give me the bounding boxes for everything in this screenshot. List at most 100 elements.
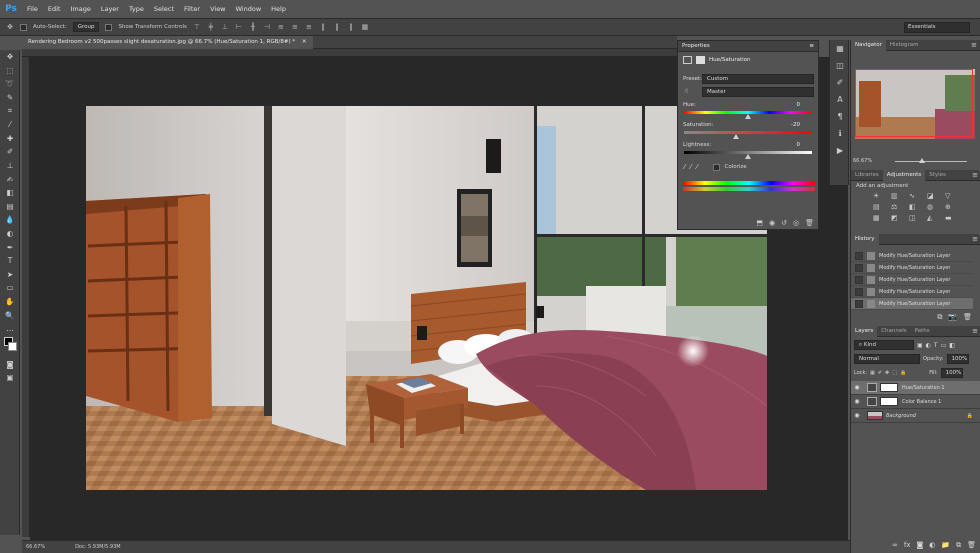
navigator-zoom[interactable]: 66.67% — [853, 158, 872, 164]
document-size-info[interactable]: Doc: 5.93M/5.93M — [75, 544, 121, 550]
levels-icon[interactable]: ▥ — [891, 192, 903, 200]
menu-help[interactable]: Help — [266, 5, 291, 13]
filter-pixel-icon[interactable]: ▣ — [917, 342, 923, 349]
channel-mixer-icon[interactable]: ⊕ — [945, 203, 957, 211]
black-white-icon[interactable]: ◧ — [909, 203, 921, 211]
eyedropper-icon[interactable]: ⁄ — [684, 163, 685, 171]
panel-menu-icon[interactable]: ≡ — [809, 43, 814, 49]
hand-tool-icon[interactable]: ✋ — [0, 295, 20, 309]
auto-select-dropdown[interactable]: Group — [72, 22, 100, 32]
path-select-tool-icon[interactable]: ➤ — [0, 268, 20, 282]
healing-brush-tool-icon[interactable]: ✚ — [0, 132, 20, 146]
workspace-dropdown[interactable]: Essentials — [904, 22, 970, 33]
tab-adjustments[interactable]: Adjustments — [882, 169, 926, 181]
layer-style-icon[interactable]: fx — [904, 541, 911, 550]
tab-layers[interactable]: Layers — [851, 325, 878, 337]
menu-view[interactable]: View — [205, 5, 230, 13]
layer-mask-thumb[interactable] — [880, 397, 898, 406]
eye-icon[interactable]: ◉ — [851, 398, 863, 405]
panel-menu-icon[interactable]: ≡ — [972, 327, 978, 335]
distribute-top-icon[interactable]: ≡ — [277, 23, 285, 31]
dodge-tool-icon[interactable]: ◐ — [0, 227, 20, 241]
navigator-preview[interactable] — [855, 69, 975, 139]
exposure-icon[interactable]: ◪ — [927, 192, 939, 200]
tab-histogram[interactable]: Histogram — [886, 40, 923, 51]
lock-transparency-icon[interactable]: ▦ — [870, 370, 875, 376]
lock-position-icon[interactable]: ✥ — [885, 370, 889, 376]
filter-shape-icon[interactable]: ▭ — [941, 342, 947, 349]
saturation-slider[interactable] — [684, 131, 812, 134]
add-mask-icon[interactable]: ◙ — [916, 541, 923, 550]
eraser-tool-icon[interactable]: ◧ — [0, 186, 20, 200]
lasso-tool-icon[interactable]: ➰ — [0, 77, 20, 91]
layer-row[interactable]: ◉ Color Balance 1 — [851, 395, 980, 409]
distribute-bottom-icon[interactable]: ≡ — [305, 23, 313, 31]
blur-tool-icon[interactable]: 💧 — [0, 213, 20, 227]
zoom-level[interactable]: 66.67% — [26, 544, 45, 550]
new-group-icon[interactable]: 📁 — [941, 541, 950, 550]
character-panel-icon[interactable]: A — [830, 91, 850, 108]
menu-file[interactable]: File — [22, 5, 43, 13]
align-bottom-icon[interactable]: ⊥ — [221, 23, 229, 31]
distribute-left-icon[interactable]: ‖ — [319, 23, 327, 31]
clone-stamp-tool-icon[interactable]: ⊥ — [0, 159, 20, 173]
tab-libraries[interactable]: Libraries — [851, 170, 883, 181]
history-panel-icon[interactable]: ▦ — [830, 40, 850, 57]
navigator-zoom-slider[interactable] — [895, 161, 967, 162]
panel-menu-icon[interactable]: ≡ — [972, 235, 978, 243]
lock-artboard-icon[interactable]: ⬚ — [892, 370, 897, 376]
screen-mode-icon[interactable]: ▣ — [0, 371, 20, 385]
panel-menu-icon[interactable]: ≡ — [972, 171, 978, 179]
distribute-vcenter-icon[interactable]: ≡ — [291, 23, 299, 31]
properties-tab[interactable]: Properties — [682, 43, 710, 49]
hue-slider-thumb[interactable] — [745, 114, 751, 119]
align-left-icon[interactable]: ⊢ — [235, 23, 243, 31]
menu-edit[interactable]: Edit — [43, 5, 66, 13]
hue-saturation-icon[interactable]: ▤ — [873, 203, 885, 211]
fill-field[interactable]: 100% — [940, 368, 963, 378]
view-previous-icon[interactable]: ◉ — [769, 219, 775, 227]
layer-filter-dropdown[interactable]: ⌕ Kind — [854, 340, 914, 350]
align-right-icon[interactable]: ⊣ — [263, 23, 271, 31]
vibrance-icon[interactable]: ▽ — [945, 192, 957, 200]
layer-name[interactable]: Color Balance 1 — [902, 399, 941, 405]
brightness-contrast-icon[interactable]: ☀ — [873, 192, 885, 200]
curves-icon[interactable]: ∿ — [909, 192, 921, 200]
eyedropper-minus-icon[interactable]: ⁄ — [696, 163, 697, 171]
colorize-checkbox[interactable] — [712, 163, 720, 171]
menu-layer[interactable]: Layer — [96, 5, 124, 13]
align-vcenter-icon[interactable]: ╪ — [207, 23, 215, 31]
document-tab[interactable]: Rendering Bedroom v2 500passes slight de… — [22, 35, 313, 49]
color-balance-icon[interactable]: ⚖ — [891, 203, 903, 211]
menu-select[interactable]: Select — [149, 5, 179, 13]
eye-icon[interactable]: ◉ — [851, 384, 863, 391]
visibility-icon[interactable]: ◎ — [793, 219, 799, 227]
tab-styles[interactable]: Styles — [925, 170, 950, 181]
photo-filter-icon[interactable]: ◍ — [927, 203, 939, 211]
hue-value[interactable]: 0 — [797, 102, 801, 108]
history-item[interactable]: Modify Hue/Saturation Layer — [851, 274, 973, 286]
paragraph-panel-icon[interactable]: ¶ — [830, 108, 850, 125]
eye-icon[interactable]: ◉ — [851, 412, 863, 419]
bedroom-rendering-image[interactable] — [86, 106, 767, 490]
history-item[interactable]: Modify Hue/Saturation Layer — [851, 262, 973, 274]
align-hcenter-icon[interactable]: ╫ — [249, 23, 257, 31]
layer-mask-thumb[interactable] — [880, 383, 898, 392]
eyedropper-tool-icon[interactable]: ⁄ — [0, 118, 20, 132]
delete-icon[interactable]: 🗑 — [967, 541, 976, 550]
lock-pixels-icon[interactable]: ✐ — [878, 370, 882, 376]
link-layers-icon[interactable]: ∞ — [892, 541, 898, 550]
tab-channels[interactable]: Channels — [877, 326, 910, 337]
shape-tool-icon[interactable]: ▭ — [0, 281, 20, 295]
zoom-tool-icon[interactable]: 🔍 — [0, 308, 20, 322]
layer-row[interactable]: ◉ Background 🔒 — [851, 409, 980, 423]
menu-image[interactable]: Image — [65, 5, 95, 13]
actions-panel-icon[interactable]: ▶ — [830, 142, 850, 159]
reset-icon[interactable]: ↺ — [781, 219, 787, 227]
posterize-icon[interactable]: ◫ — [909, 214, 921, 222]
menu-type[interactable]: Type — [124, 5, 149, 13]
brush-tool-icon[interactable]: ✐ — [0, 145, 20, 159]
tab-history[interactable]: History — [851, 233, 879, 245]
mask-icon[interactable] — [696, 56, 705, 64]
panel-menu-icon[interactable]: ≡ — [971, 41, 977, 49]
